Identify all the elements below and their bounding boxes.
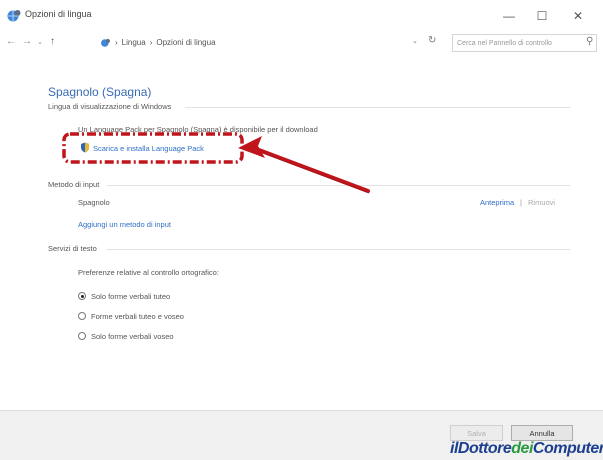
arrow-icon [249, 145, 370, 193]
watermark-logo: ilDottoredeiComputer [450, 440, 603, 457]
annotation-overlay [62, 132, 370, 194]
highlight-box [62, 132, 244, 164]
cancel-button[interactable]: Annulla [511, 425, 573, 441]
save-button[interactable]: Salva [450, 425, 503, 441]
